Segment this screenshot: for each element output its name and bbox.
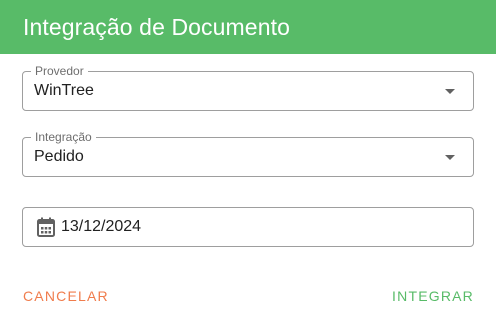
date-field[interactable]: 13/12/2024 xyxy=(22,207,474,247)
integrate-button[interactable]: INTEGRAR xyxy=(392,288,474,304)
provider-select[interactable]: Provedor WinTree xyxy=(22,64,474,111)
chevron-down-icon[interactable] xyxy=(445,154,455,160)
cancel-button[interactable]: CANCELAR xyxy=(23,288,109,304)
integration-label: Integração xyxy=(31,130,96,144)
provider-label: Provedor xyxy=(31,64,88,78)
calendar-icon[interactable] xyxy=(37,217,55,237)
provider-value: WinTree xyxy=(34,82,94,99)
date-value: 13/12/2024 xyxy=(61,218,142,235)
dialog-header: Integração de Documento xyxy=(0,0,496,54)
integration-value: Pedido xyxy=(34,148,84,165)
dialog-title: Integração de Documento xyxy=(23,13,290,40)
integration-select[interactable]: Integração Pedido xyxy=(22,130,474,177)
chevron-down-icon[interactable] xyxy=(445,88,455,94)
integration-dialog: Integração de Documento Provedor WinTree… xyxy=(0,0,496,324)
